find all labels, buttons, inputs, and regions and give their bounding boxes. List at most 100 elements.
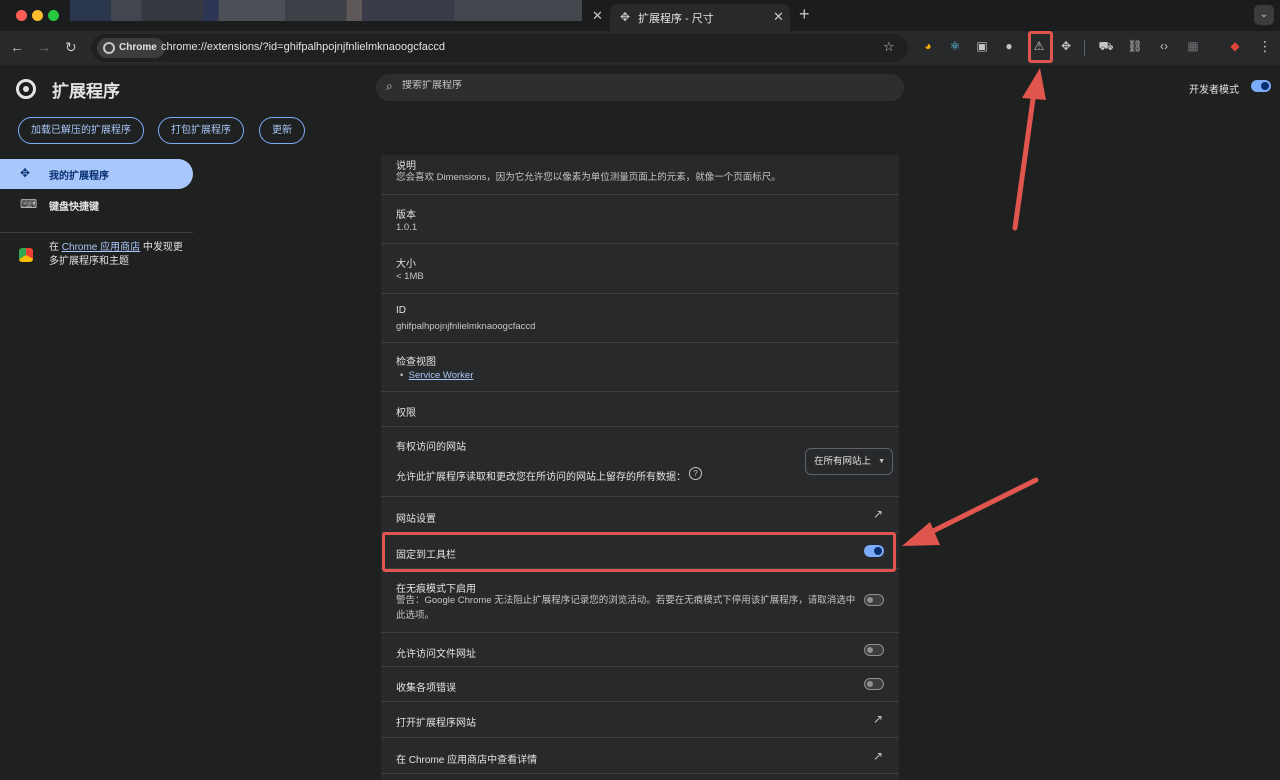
permissions-label: 权限 <box>396 408 416 419</box>
incognito-row: 在无痕模式下启用 警告：Google Chrome 无法阻止扩展程序记录您的浏览… <box>381 569 899 633</box>
inspect-views-label: 检查视图 <box>396 357 436 368</box>
sidebar-item-my-extensions[interactable]: ✥ 我的扩展程序 <box>0 159 193 189</box>
id-row: ID ghifpalhpojnjfnlielmknaoogcfaccd <box>381 294 899 343</box>
search-input[interactable] <box>402 80 882 91</box>
update-button[interactable]: 更新 <box>259 117 305 144</box>
dev-mode-label: 开发者模式 <box>1189 85 1239 96</box>
forward-icon[interactable]: → <box>37 39 51 55</box>
load-unpacked-button[interactable]: 加载已解压的扩展程序 <box>18 117 144 144</box>
link-icon[interactable]: ⛓ <box>1126 39 1144 53</box>
bookmark-star-icon[interactable]: ☆ <box>883 39 895 55</box>
web-store-link[interactable]: Chrome 应用商店 <box>62 242 140 253</box>
close-tab-icon[interactable]: ✕ <box>773 9 784 25</box>
collect-errors-label: 收集各项错误 <box>396 683 456 694</box>
tab-strip: ✕ ✥ 扩展程序 - 尺寸 ✕ + ⌄ <box>0 0 1280 31</box>
size-value: < 1MB <box>396 271 424 282</box>
open-website-label: 打开扩展程序网站 <box>396 718 476 729</box>
page-title: 扩展程序 <box>52 82 120 101</box>
view-in-store-label: 在 Chrome 应用商店中查看详情 <box>396 755 538 766</box>
incognito-icon[interactable]: ⛟ <box>1097 39 1115 55</box>
permissions-row: 权限 <box>381 392 899 427</box>
file-urls-row: 允许访问文件网址 <box>381 633 899 667</box>
tab-search-button[interactable]: ⌄ <box>1254 5 1274 25</box>
site-access-value: 在所有网站上 <box>814 456 872 467</box>
arrow-left-shaft <box>922 477 1039 538</box>
version-row: 版本 1.0.1 <box>381 195 899 244</box>
sidebar-item-keyboard-shortcuts[interactable]: ⌨ 键盘快捷键 <box>0 190 193 220</box>
open-external-icon[interactable]: ↗ <box>873 749 883 763</box>
react-devtools-icon[interactable]: ⚛ <box>946 39 964 53</box>
site-access-label: 有权访问的网站 <box>396 442 466 453</box>
extension-details-card: 说明 您会喜欢 Dimensions，因为它允许您以像素为单位测量页面上的元素，… <box>381 155 899 780</box>
extensions-header: 扩展程序 ⌕ 开发者模式 加载已解压的扩展程序 打包扩展程序 更新 <box>0 65 1280 155</box>
collect-errors-row: 收集各项错误 <box>381 667 899 702</box>
tab-extensions[interactable]: ✥ 扩展程序 - 尺寸 ✕ <box>610 4 790 31</box>
site-settings-label: 网站设置 <box>396 514 436 525</box>
store-prefix: 在 <box>49 242 62 253</box>
new-tab-button[interactable]: + <box>799 4 810 25</box>
close-window-button[interactable] <box>16 10 27 21</box>
red-extension-icon[interactable]: ◆ <box>1226 39 1244 53</box>
sidebar: ✥ 我的扩展程序 ⌨ 键盘快捷键 在 Chrome 应用商店 中发现更多扩展程序… <box>0 155 200 780</box>
id-value: ghifpalhpojnjfnlielmknaoogcfaccd <box>396 321 536 332</box>
site-access-desc: 允许此扩展程序读取和更改您在所访问的网站上留存的所有数据： <box>396 472 686 483</box>
size-row: 大小 < 1MB <box>381 244 899 294</box>
dark-reader-icon[interactable]: ▣ <box>973 39 991 53</box>
open-external-icon[interactable]: ↗ <box>873 712 883 726</box>
id-label: ID <box>396 305 406 316</box>
chip-label: Chrome <box>119 42 157 53</box>
description-row: 说明 您会喜欢 Dimensions，因为它允许您以像素为单位测量页面上的元素，… <box>381 155 899 195</box>
keyboard-icon: ⌨ <box>20 197 38 211</box>
file-urls-toggle[interactable] <box>864 644 884 656</box>
close-tab-icon[interactable]: ✕ <box>592 8 603 24</box>
site-access-row: 有权访问的网站 允许此扩展程序读取和更改您在所访问的网站上留存的所有数据： ? … <box>381 427 899 497</box>
help-icon[interactable]: ? <box>689 467 702 480</box>
site-settings-row[interactable]: 网站设置 ↗ <box>381 497 899 533</box>
toolbar-divider <box>1084 40 1085 56</box>
puzzle-icon: ✥ <box>620 10 631 24</box>
chrome-logo-icon <box>103 42 115 54</box>
minimize-window-button[interactable] <box>32 10 43 21</box>
search-icon: ⌕ <box>386 79 393 93</box>
back-icon[interactable]: ← <box>10 39 24 55</box>
sidebar-item-label: 我的扩展程序 <box>49 171 109 182</box>
pin-toolbar-highlight <box>382 532 896 572</box>
incognito-warning: 警告：Google Chrome 无法阻止扩展程序记录您的浏览活动。若要在无痕模… <box>396 595 856 621</box>
pack-extension-button[interactable]: 打包扩展程序 <box>158 117 244 144</box>
inspect-views-row: 检查视图 • Service Worker <box>381 343 899 392</box>
dev-mode-toggle[interactable] <box>1251 80 1271 92</box>
chrome-logo-icon <box>16 79 36 99</box>
inspect-bullet: • Service Worker <box>400 370 474 381</box>
site-access-select[interactable]: 在所有网站上 ▼ <box>805 448 893 475</box>
open-website-row[interactable]: 打开扩展程序网站 ↗ <box>381 702 899 738</box>
incognito-toggle[interactable] <box>864 594 884 606</box>
version-label: 版本 <box>396 210 416 221</box>
search-box[interactable]: ⌕ <box>376 74 904 101</box>
size-label: 大小 <box>396 259 416 270</box>
tab-title: 扩展程序 - 尺寸 <box>638 13 714 25</box>
zoom-window-button[interactable] <box>48 10 59 21</box>
web-store-promo: 在 Chrome 应用商店 中发现更多扩展程序和主题 <box>49 241 189 269</box>
chrome-chip[interactable]: Chrome <box>97 38 165 58</box>
more-menu-icon[interactable]: ⋮ <box>1258 38 1272 55</box>
service-worker-link[interactable]: Service Worker <box>409 370 474 381</box>
dropdown-caret-icon: ▼ <box>878 458 885 465</box>
version-value: 1.0.1 <box>396 222 418 233</box>
extensions-menu-icon[interactable]: ✥ <box>1057 39 1075 53</box>
qr-code-icon[interactable]: ▦ <box>1184 39 1202 53</box>
description-text: 您会喜欢 Dimensions，因为它允许您以像素为单位测量页面上的元素，就像一… <box>396 172 781 183</box>
code-icon[interactable]: ‹› <box>1155 39 1173 53</box>
open-external-icon[interactable]: ↗ <box>873 507 883 521</box>
view-in-store-row[interactable]: 在 Chrome 应用商店中查看详情 ↗ <box>381 738 899 774</box>
blurred-tabs[interactable] <box>70 0 582 21</box>
sidebar-item-label: 键盘快捷键 <box>49 202 99 213</box>
omnibox[interactable]: Chrome chrome://extensions/?id=ghifpalhp… <box>91 34 908 62</box>
reload-icon[interactable]: ↻ <box>65 39 77 56</box>
collect-errors-toggle[interactable] <box>864 678 884 690</box>
puzzle-icon: ✥ <box>20 166 31 180</box>
color-picker-icon[interactable]: ◕ <box>919 39 937 53</box>
extension-icon[interactable]: ● <box>1000 39 1018 53</box>
web-store-icon <box>19 248 33 262</box>
url-text[interactable]: chrome://extensions/?id=ghifpalhpojnjfnl… <box>161 41 445 53</box>
arrow-left-head <box>902 522 940 546</box>
